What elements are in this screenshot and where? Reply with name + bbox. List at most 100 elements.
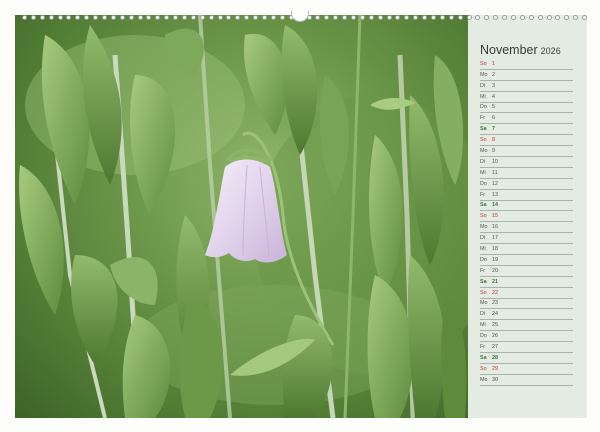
binding-ring — [457, 14, 463, 20]
day-row: Fr 13 — [480, 190, 573, 201]
day-row: Mi 11 — [480, 168, 573, 179]
day-number: 24 — [492, 311, 498, 318]
binding-ring — [146, 14, 152, 20]
binding-ring — [190, 14, 196, 20]
weekday-label: Do — [480, 333, 487, 340]
day-number: 20 — [492, 267, 498, 274]
day-row: So 8 — [480, 135, 573, 147]
binding-ring — [22, 14, 27, 20]
day-row: Fr 20 — [480, 266, 573, 277]
day-row: Mo 16 — [480, 222, 573, 234]
binding-ring — [270, 14, 276, 20]
day-row: So 29 — [480, 364, 573, 375]
binding-ring — [484, 14, 490, 20]
binding-ring — [528, 14, 534, 20]
day-row: Fr 27 — [480, 342, 573, 354]
day-number: 7 — [492, 126, 495, 133]
binding-ring — [39, 14, 45, 20]
weekday-label: Fr — [480, 115, 486, 122]
binding-ring — [93, 14, 99, 20]
binding-ring — [155, 14, 161, 20]
day-number: 16 — [492, 224, 498, 231]
day-number: 9 — [492, 148, 495, 155]
binding-ring — [368, 14, 374, 20]
binding-ring — [128, 14, 134, 20]
binding-ring — [519, 14, 525, 20]
day-row: Di 24 — [480, 309, 573, 321]
weekday-label: Di — [480, 311, 486, 318]
day-row: So 15 — [480, 211, 573, 223]
weekday-label: Sa — [480, 278, 487, 285]
weekday-label: Fr — [480, 344, 486, 351]
weekday-label: Mo — [480, 300, 488, 307]
binding-ring — [475, 14, 481, 20]
day-number: 27 — [492, 344, 498, 351]
binding-ring — [110, 14, 116, 20]
calendar-page: November 2026 So 1 Mo 2 Di 3 Mi 4 Do 5 Fr 6 Sa 7 So 8 Mo 9… — [0, 0, 600, 432]
day-number: 10 — [492, 158, 498, 165]
binding-ring — [537, 14, 543, 20]
day-number: 19 — [492, 256, 498, 263]
weekday-label: Fr — [480, 191, 486, 198]
day-row: Mi 4 — [480, 92, 573, 103]
weekday-label: Mi — [480, 246, 486, 253]
binding-ring — [493, 14, 499, 20]
day-row: Mo 9 — [480, 146, 573, 158]
binding-ring — [279, 14, 285, 20]
binding-ring — [422, 14, 428, 20]
bellflower-illustration — [19, 15, 468, 418]
binding-ring — [119, 14, 125, 20]
binding-ring — [350, 14, 356, 20]
day-number: 22 — [492, 289, 498, 296]
binding-ring — [510, 14, 516, 20]
day-row: Sa 14 — [480, 201, 573, 212]
day-number: 12 — [492, 180, 498, 187]
weekday-label: Mo — [480, 148, 488, 155]
binding-ring — [66, 14, 72, 20]
binding-ring — [404, 14, 410, 20]
binding-ring — [57, 14, 63, 20]
day-number: 11 — [492, 169, 498, 176]
day-row: Do 5 — [480, 103, 573, 114]
day-row: Do 26 — [480, 331, 573, 343]
binding-ring — [413, 14, 419, 20]
weekday-label: Mo — [480, 71, 488, 78]
calendar-panel: November 2026 So 1 Mo 2 Di 3 Mi 4 Do 5 Fr 6 Sa 7 So 8 Mo 9… — [468, 15, 587, 418]
weekday-label: So — [480, 213, 487, 220]
day-row: Fr 6 — [480, 113, 573, 125]
binding-ring — [173, 14, 179, 20]
day-row: Do 12 — [480, 179, 573, 190]
day-number: 13 — [492, 191, 498, 198]
day-number: 18 — [492, 246, 498, 253]
weekday-label: Mi — [480, 93, 486, 100]
binding-ring — [555, 14, 561, 20]
day-row: Di 3 — [480, 81, 573, 92]
day-number: 1 — [492, 60, 495, 67]
binding-ring — [102, 14, 108, 20]
binding-ring — [253, 14, 259, 20]
binding-ring — [502, 14, 508, 20]
weekday-label: Mi — [480, 169, 486, 176]
binding-ring — [164, 14, 170, 20]
binding-ring — [244, 14, 250, 20]
year-label: 2026 — [540, 46, 561, 56]
day-row: Mo 23 — [480, 299, 573, 310]
day-row: Sa 21 — [480, 277, 573, 288]
day-row: Mi 18 — [480, 244, 573, 256]
day-row: Sa 7 — [480, 124, 573, 136]
day-number: 15 — [492, 213, 498, 220]
day-row: So 1 — [480, 59, 573, 70]
binding-ring — [324, 14, 330, 20]
binding-ring — [208, 14, 214, 20]
day-number: 2 — [492, 71, 495, 78]
day-number: 17 — [492, 235, 498, 242]
binding-ring — [386, 14, 392, 20]
binding-ring — [582, 14, 588, 20]
binding-ring — [377, 14, 383, 20]
day-number: 29 — [492, 365, 498, 372]
day-number: 5 — [492, 104, 495, 111]
binding-ring — [262, 14, 268, 20]
binding-ring — [573, 14, 579, 20]
day-row: Do 19 — [480, 255, 573, 266]
month-heading: November 2026 — [480, 41, 561, 59]
